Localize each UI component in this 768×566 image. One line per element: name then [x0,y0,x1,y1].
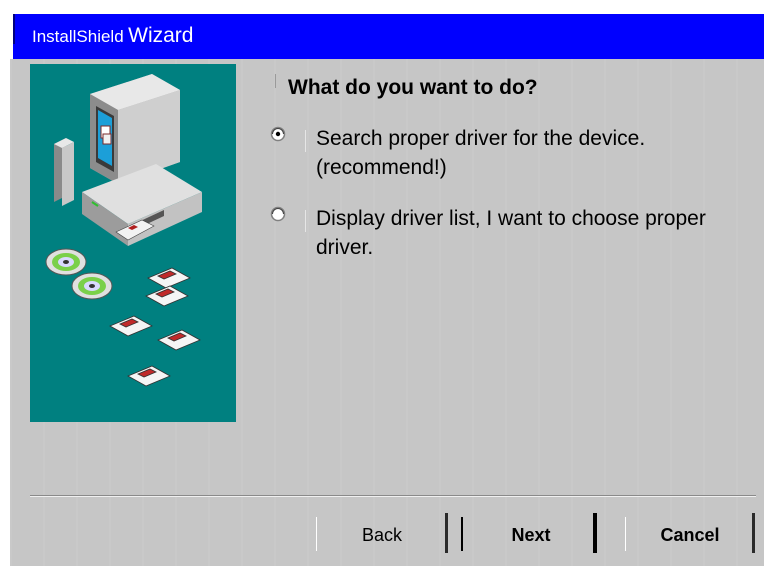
wizard-illustration [30,64,236,422]
window-title-wizard: Wizard [128,24,194,47]
next-button-label: Next [511,524,551,545]
button-shadow [752,513,755,553]
footer-separator [30,495,756,497]
button-highlight [625,517,626,551]
button-highlight [316,517,317,551]
next-button[interactable]: Next [461,513,597,557]
heading-divider [275,74,276,88]
installer-dialog: InstallShield Wizard What do you want to… [10,14,764,566]
button-highlight [461,517,463,551]
option-divider [305,130,306,152]
radio-unchecked-icon[interactable] [270,206,286,222]
computer-cds-floppies-illustration-icon [45,74,202,387]
option-display-list-label[interactable]: Display driver list, I want to choose pr… [316,204,756,262]
cancel-button-label: Cancel [660,524,720,545]
title-bar: InstallShield Wizard [10,14,764,59]
window-title-product: InstallShield [32,27,124,46]
title-accent-shadow [13,14,15,44]
back-button[interactable]: Back [316,513,448,557]
option-divider [305,210,306,232]
button-shadow [593,513,597,553]
option-search-driver-label[interactable]: Search proper driver for the device. (re… [316,124,756,182]
back-button-label: Back [361,524,403,545]
radio-checked-icon[interactable] [270,126,286,142]
page-heading: What do you want to do? [288,76,538,99]
cancel-button[interactable]: Cancel [625,513,755,557]
button-shadow [445,513,448,553]
